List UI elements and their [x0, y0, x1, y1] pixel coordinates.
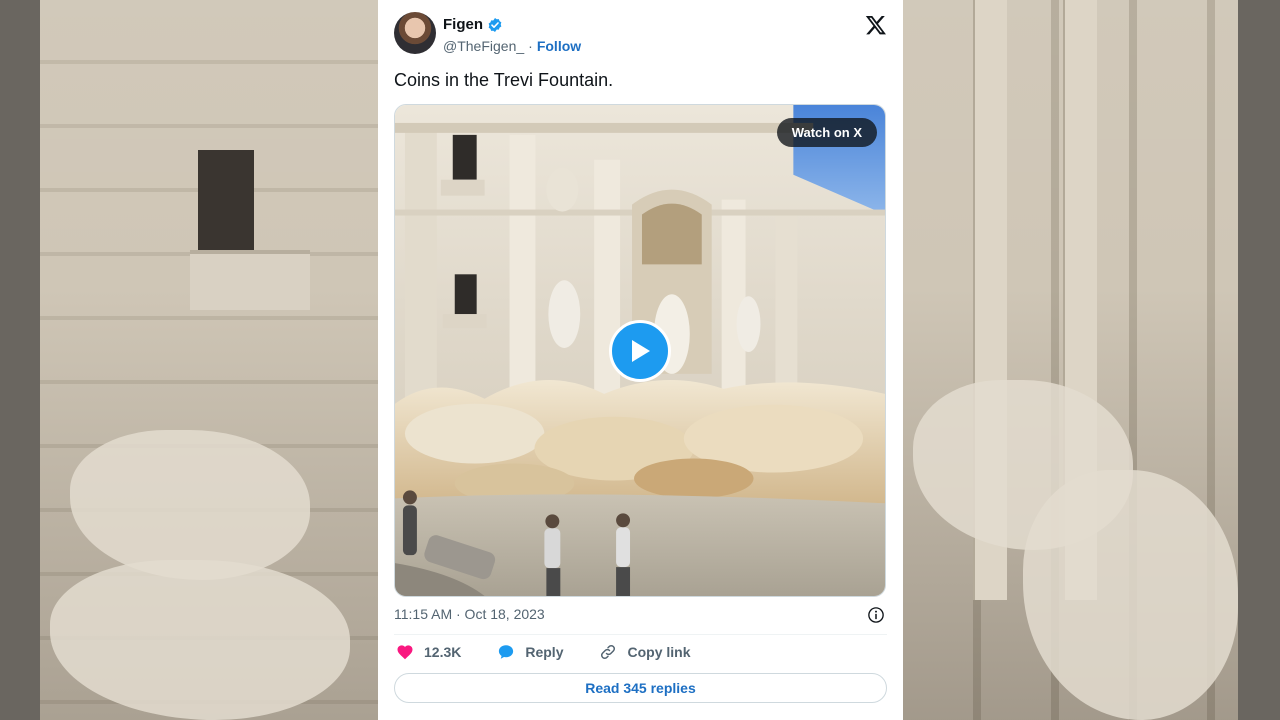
info-icon[interactable] [867, 606, 885, 624]
watch-on-x-button[interactable]: Watch on X [776, 118, 877, 147]
link-icon [601, 644, 616, 660]
x-logo-icon[interactable] [865, 14, 887, 36]
video-player[interactable]: Watch on X [394, 104, 886, 597]
author-row: Figen [443, 16, 503, 33]
background-photo-right [903, 0, 1238, 720]
speech-bubble-icon [499, 645, 514, 659]
avatar[interactable] [394, 12, 436, 54]
reply-label: Reply [525, 644, 564, 660]
background-rock [70, 430, 310, 580]
background-photo-left [40, 0, 378, 720]
play-icon [632, 340, 650, 362]
play-button[interactable] [609, 320, 671, 382]
separator-dot: · [528, 38, 533, 54]
background-balcony [190, 250, 310, 310]
background-edge-left [0, 0, 40, 720]
like-count: 12.3K [424, 644, 462, 660]
background-rock [1023, 470, 1238, 720]
author-handle[interactable]: @TheFigen_ [443, 38, 524, 54]
background-window [198, 150, 254, 250]
tweet-text: Coins in the Trevi Fountain. [394, 70, 614, 90]
divider [394, 634, 887, 635]
background-edge-right [1238, 0, 1280, 720]
author-name[interactable]: Figen [443, 16, 483, 33]
verified-badge-icon [488, 17, 502, 32]
background-rock [50, 560, 350, 720]
action-bar: 12.3K Reply Copy link [396, 643, 727, 661]
reply-button[interactable]: Reply [497, 643, 563, 661]
copy-link-label: Copy link [627, 644, 691, 660]
heart-icon [397, 645, 413, 660]
tweet-card: Figen @TheFigen_ · Follow Coins in the T… [378, 0, 903, 720]
read-replies-button[interactable]: Read 345 replies [394, 673, 887, 703]
tweet-timestamp[interactable]: 11:15 AM · Oct 18, 2023 [394, 606, 545, 622]
like-button[interactable]: 12.3K [396, 643, 461, 661]
copy-link-button[interactable]: Copy link [599, 643, 691, 661]
follow-button[interactable]: Follow [537, 38, 581, 54]
handle-row: @TheFigen_ · Follow [443, 38, 581, 54]
